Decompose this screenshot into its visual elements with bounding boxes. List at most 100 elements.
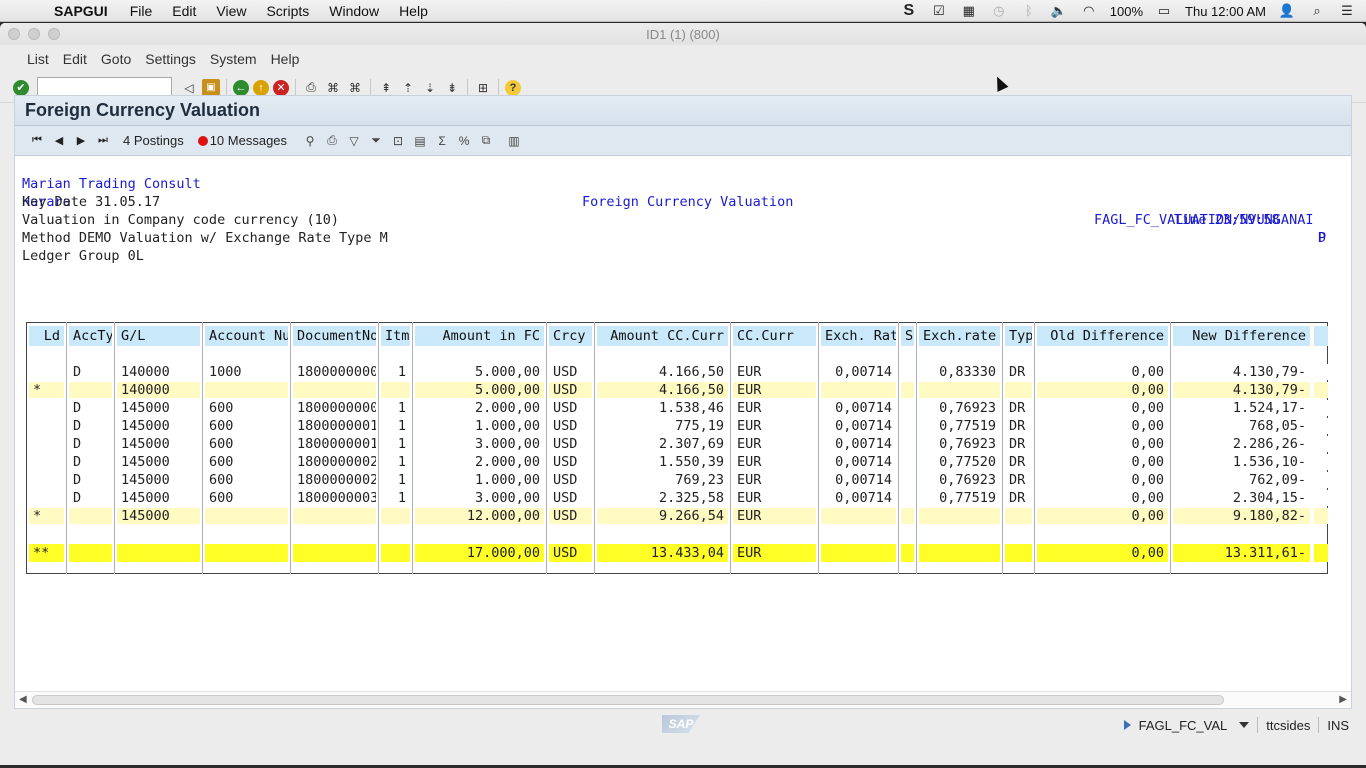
subtotal-cell-cc-curr[interactable]: EUR bbox=[733, 508, 816, 524]
total-cell-typ[interactable] bbox=[1005, 544, 1032, 562]
s-app-icon[interactable]: S bbox=[900, 3, 918, 19]
filter-icon[interactable]: ⏷ bbox=[367, 132, 385, 150]
table-cell-itm[interactable]: 1 bbox=[381, 364, 410, 380]
subtotal-cell-typ[interactable] bbox=[1005, 382, 1032, 398]
spotlight-search-icon[interactable]: ⌕ bbox=[1308, 3, 1326, 19]
next-page-icon[interactable]: ⇣ bbox=[421, 79, 439, 97]
table-cell-accty[interactable]: D bbox=[69, 490, 112, 506]
details-icon[interactable]: ⚲ bbox=[301, 132, 319, 150]
scroll-right-icon[interactable]: ▶ bbox=[1339, 694, 1347, 705]
graphic-icon[interactable]: ▥ bbox=[505, 132, 523, 150]
first-page-icon[interactable]: ⇞ bbox=[377, 79, 395, 97]
subtotal-cell-ld[interactable]: * bbox=[29, 508, 64, 524]
table-cell-itm[interactable]: 1 bbox=[381, 454, 410, 470]
table-cell-accty[interactable]: D bbox=[69, 418, 112, 434]
table-cell-new-diff[interactable]: 2.286,26- bbox=[1173, 436, 1310, 452]
table-cell-amount-fc[interactable]: 1.000,00 bbox=[415, 472, 544, 488]
os-menu-help[interactable]: Help bbox=[399, 3, 428, 19]
subtotal-cell-exch-rate[interactable] bbox=[919, 382, 1000, 398]
column-header-cc-curr[interactable]: CC.Curr bbox=[733, 326, 816, 346]
column-header-itm[interactable]: Itm bbox=[381, 326, 410, 346]
subtotal-cell-accty[interactable] bbox=[69, 508, 112, 524]
table-cell-typ[interactable]: DR bbox=[1005, 454, 1032, 470]
total-cell-cc-curr[interactable]: EUR bbox=[733, 544, 816, 562]
find-next-icon[interactable]: ⌘ bbox=[346, 79, 364, 97]
table-cell-new-diff[interactable]: 1.524,17- bbox=[1173, 400, 1310, 416]
subtotal-cell-old-diff[interactable]: 0,00 bbox=[1037, 508, 1168, 524]
zoom-window-button[interactable] bbox=[48, 28, 60, 40]
table-cell-gl[interactable]: 145000 bbox=[117, 418, 200, 434]
table-cell-gl[interactable]: 145000 bbox=[117, 400, 200, 416]
table-cell-s[interactable] bbox=[901, 364, 914, 380]
column-header-ld[interactable]: Ld bbox=[29, 326, 64, 346]
table-cell-cc-curr[interactable]: EUR bbox=[733, 400, 816, 416]
minimize-window-button[interactable] bbox=[28, 28, 40, 40]
set-filter-icon[interactable]: ▽ bbox=[345, 132, 363, 150]
column-header-new-diff[interactable]: New Difference bbox=[1173, 326, 1310, 346]
table-cell-typ[interactable]: DR bbox=[1005, 364, 1032, 380]
table-cell-amount-cc[interactable]: 4.166,50 bbox=[597, 364, 728, 380]
total-cell-exch-rate[interactable] bbox=[919, 544, 1000, 562]
bluetooth-icon[interactable]: ᛒ bbox=[1020, 3, 1038, 19]
menu-goto[interactable]: Goto bbox=[101, 51, 131, 67]
time-machine-icon[interactable]: ◷ bbox=[990, 3, 1008, 19]
messages-button[interactable]: 10 Messages bbox=[210, 133, 287, 148]
subtotal-cell-documentno[interactable] bbox=[293, 382, 376, 398]
os-menu-window[interactable]: Window bbox=[329, 3, 379, 19]
table-cell-documentno[interactable]: 1800000002 bbox=[293, 454, 376, 470]
total-cell-itm[interactable] bbox=[381, 544, 410, 562]
keyboard-icon[interactable]: ▦ bbox=[960, 3, 978, 19]
table-cell-account-nu[interactable]: 600 bbox=[205, 454, 288, 470]
column-header-amount-fc[interactable]: Amount in FC bbox=[415, 326, 544, 346]
column-header-account-nu[interactable]: Account Nu bbox=[205, 326, 288, 346]
enter-check-icon[interactable]: ✔ bbox=[13, 79, 29, 96]
column-header-more[interactable] bbox=[1314, 326, 1328, 346]
table-cell-s[interactable] bbox=[901, 490, 914, 506]
table-cell-gl[interactable]: 145000 bbox=[117, 454, 200, 470]
table-cell-amount-fc[interactable]: 3.000,00 bbox=[415, 490, 544, 506]
print-icon[interactable]: ⎙ bbox=[302, 79, 320, 97]
chevron-down-icon[interactable] bbox=[1239, 722, 1250, 728]
checkbox-app-icon[interactable]: ☑ bbox=[930, 3, 948, 19]
os-menu-scripts[interactable]: Scripts bbox=[266, 3, 309, 19]
close-window-button[interactable] bbox=[8, 28, 20, 40]
table-cell-old-diff[interactable]: 0,00 bbox=[1037, 472, 1168, 488]
column-header-crcy[interactable]: Crcy bbox=[549, 326, 592, 346]
table-cell-exch-rat[interactable]: 0,00714 bbox=[821, 454, 896, 470]
table-cell-exch-rat[interactable]: 0,00714 bbox=[821, 490, 896, 506]
table-cell-typ[interactable]: DR bbox=[1005, 418, 1032, 434]
table-cell-documentno[interactable]: 1800000000 bbox=[293, 400, 376, 416]
subtotal-cell-new-diff[interactable]: 9.180,82- bbox=[1173, 508, 1310, 524]
total-cell-exch-rat[interactable] bbox=[821, 544, 896, 562]
subtotal-cell-itm[interactable] bbox=[381, 508, 410, 524]
table-cell-ld[interactable] bbox=[29, 490, 64, 506]
table-cell-old-diff[interactable]: 0,00 bbox=[1037, 454, 1168, 470]
table-cell-amount-fc[interactable]: 2.000,00 bbox=[415, 454, 544, 470]
table-cell-crcy[interactable]: USD bbox=[549, 418, 592, 434]
table-cell-new-diff[interactable]: 762,09- bbox=[1173, 472, 1310, 488]
print-preview-icon[interactable]: ⎙ bbox=[323, 132, 341, 150]
os-menu-view[interactable]: View bbox=[216, 3, 246, 19]
table-cell-gl[interactable]: 145000 bbox=[117, 490, 200, 506]
table-cell-s[interactable] bbox=[901, 454, 914, 470]
table-cell-itm[interactable]: 1 bbox=[381, 472, 410, 488]
total-cell-s[interactable] bbox=[901, 544, 914, 562]
subtotal-cell-itm[interactable] bbox=[381, 382, 410, 398]
total-cell-old-diff[interactable]: 0,00 bbox=[1037, 544, 1168, 562]
column-header-typ[interactable]: Typ bbox=[1005, 326, 1032, 346]
table-cell-itm[interactable]: 1 bbox=[381, 490, 410, 506]
total-cell-gl[interactable] bbox=[117, 544, 200, 562]
table-cell-crcy[interactable]: USD bbox=[549, 400, 592, 416]
next-record-icon[interactable]: ▶ bbox=[73, 134, 89, 147]
table-cell-exch-rat[interactable]: 0,00714 bbox=[821, 436, 896, 452]
subtotal-cell-new-diff[interactable]: 4.130,79- bbox=[1173, 382, 1310, 398]
table-cell-typ[interactable]: DR bbox=[1005, 490, 1032, 506]
expand-status-icon[interactable] bbox=[1123, 720, 1131, 730]
table-cell-typ[interactable]: DR bbox=[1005, 400, 1032, 416]
subtotal-cell-amount-cc[interactable]: 4.166,50 bbox=[597, 382, 728, 398]
table-cell-cc-curr[interactable]: EUR bbox=[733, 472, 816, 488]
total-cell-documentno[interactable] bbox=[293, 544, 376, 562]
subtotal-cell-accty[interactable] bbox=[69, 382, 112, 398]
table-cell-old-diff[interactable]: 0,00 bbox=[1037, 436, 1168, 452]
column-header-accty[interactable]: AccTy bbox=[69, 326, 112, 346]
